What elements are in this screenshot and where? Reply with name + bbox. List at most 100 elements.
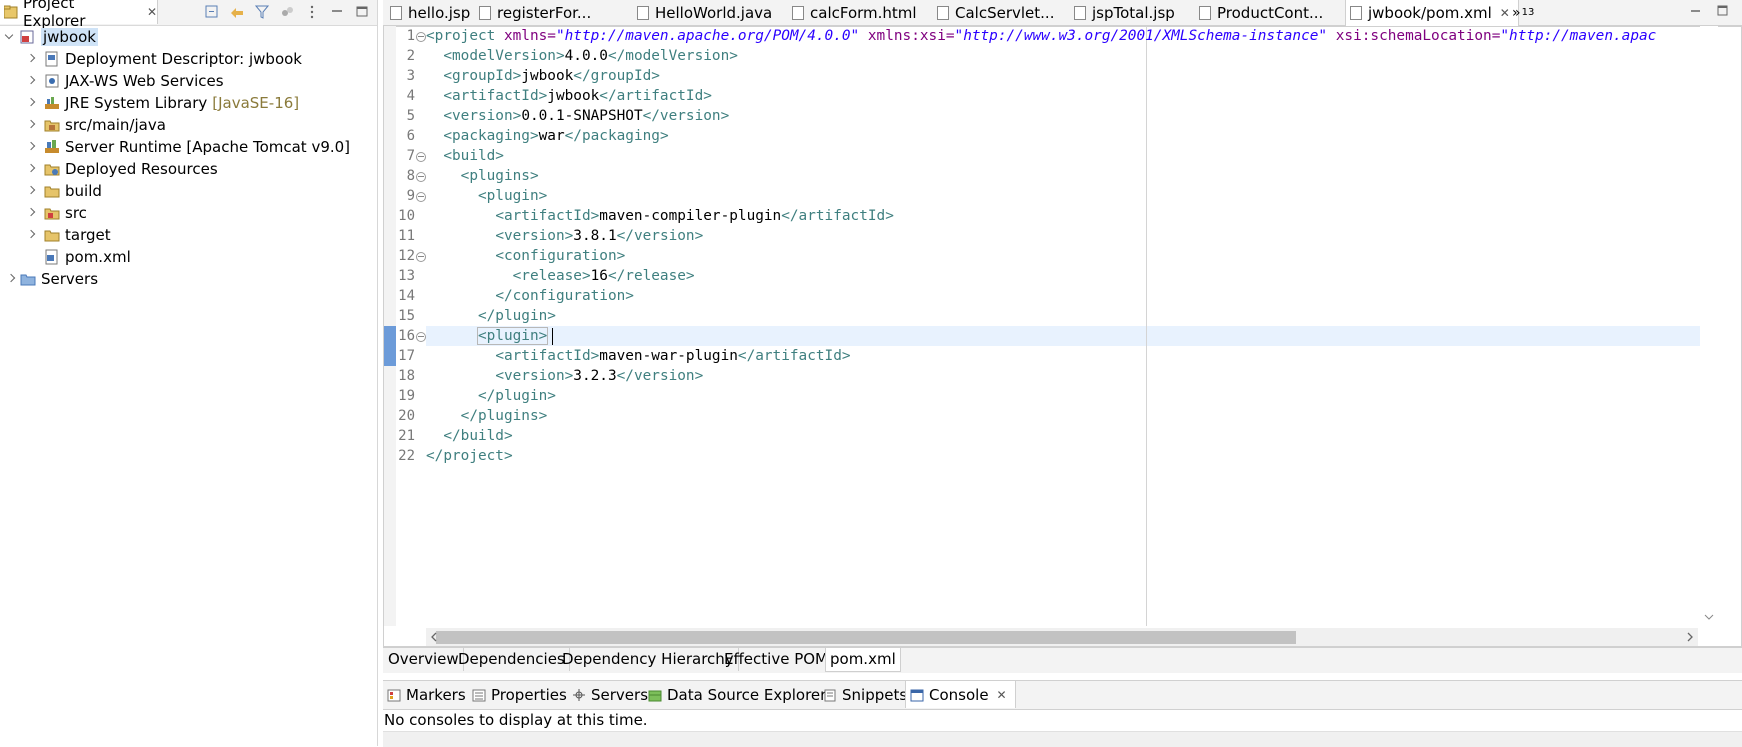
focus-icon[interactable] — [280, 5, 294, 19]
view-menu-icon[interactable] — [305, 5, 319, 19]
tab-helloworld-java[interactable]: HelloWorld.java — [637, 0, 772, 25]
tab-label: calcForm.html — [810, 3, 917, 22]
chevron-right-icon[interactable] — [26, 120, 36, 130]
close-icon[interactable]: ✕ — [997, 688, 1007, 702]
xml-attribute: xmlns= — [495, 28, 556, 44]
line-number: 11 — [398, 228, 415, 244]
minimize-icon[interactable] — [1690, 2, 1701, 13]
code-line-17: <artifactId>maven-war-plugin</artifactId… — [426, 346, 850, 366]
tab-data-source-explorer[interactable]: Data Source Explorer — [648, 681, 826, 708]
chevron-right-icon[interactable] — [26, 164, 36, 174]
chevron-right-icon[interactable] — [26, 142, 36, 152]
tree-item-target[interactable]: target — [26, 224, 111, 246]
tree-item-jre-library[interactable]: JRE System Library [JavaSE-16] — [26, 92, 299, 114]
link-editor-icon[interactable] — [230, 5, 244, 19]
line-number: 10 — [398, 208, 415, 224]
text-caret — [552, 328, 553, 345]
xml-tag: </artifactId> — [781, 208, 894, 224]
maximize-icon[interactable] — [1717, 2, 1728, 16]
xml-tag: </plugin> — [477, 388, 556, 404]
xml-text: maven-compiler-plugin — [599, 208, 782, 224]
chevron-right-icon[interactable] — [26, 230, 36, 240]
scroll-right-icon[interactable] — [1684, 630, 1696, 644]
tab-console[interactable]: Console ✕ — [905, 681, 1016, 708]
chevron-right-icon[interactable] — [26, 186, 36, 196]
minimize-icon[interactable] — [330, 5, 344, 19]
xml-tag: </configuration> — [495, 288, 634, 304]
tab-effective-pom[interactable]: Effective POM — [720, 648, 834, 671]
fold-toggle-icon[interactable] — [416, 32, 426, 42]
vertical-scrollbar[interactable] — [1700, 26, 1718, 626]
fold-toggle-icon[interactable] — [416, 172, 426, 182]
jsp-file-icon — [390, 5, 402, 20]
code-line-13: <release>16</release> — [426, 266, 695, 286]
fold-toggle-icon[interactable] — [416, 192, 426, 202]
chevron-right-icon[interactable] — [26, 54, 36, 64]
tree-item-src-main-java[interactable]: src/main/java — [26, 114, 166, 136]
tab-productcontroller[interactable]: ProductCont... — [1199, 0, 1323, 25]
tree-item-src[interactable]: src — [26, 202, 87, 224]
xml-tag: <plugin> — [476, 327, 549, 345]
fold-toggle-icon[interactable] — [416, 252, 426, 262]
line-number: 16 — [398, 328, 415, 344]
tree-item-build[interactable]: build — [26, 180, 102, 202]
print-margin — [1146, 26, 1147, 626]
tree-item-server-runtime[interactable]: Server Runtime [Apache Tomcat v9.0] — [26, 136, 350, 158]
tab-calcform-html[interactable]: calcForm.html — [792, 0, 917, 25]
tree-item-label: pom.xml — [65, 248, 131, 266]
collapse-all-icon[interactable] — [205, 5, 219, 19]
tree-item-deployment-descriptor[interactable]: Deployment Descriptor: jwbook — [26, 48, 302, 70]
tab-pom-xml[interactable]: pom.xml — [825, 648, 901, 672]
tree-item-servers[interactable]: Servers — [6, 268, 98, 290]
line-number: 13 — [398, 268, 415, 284]
xml-attribute-value: "http://www.w3.org/2001/XMLSchema-instan… — [954, 28, 1328, 44]
scroll-left-icon[interactable] — [428, 630, 440, 644]
code-line-4: <artifactId>jwbook</artifactId> — [426, 86, 712, 106]
tab-registerform[interactable]: registerFor... — [479, 0, 591, 25]
tab-calcservlet[interactable]: CalcServlet... — [937, 0, 1054, 25]
code-line-3: <groupId>jwbook</groupId> — [426, 66, 660, 86]
tab-overview[interactable]: Overview — [384, 648, 464, 671]
maximize-icon[interactable] — [355, 5, 369, 19]
tab-label: Data Source Explorer — [667, 685, 827, 704]
overflow-count: 13 — [1521, 7, 1535, 18]
horizontal-scroll-thumb[interactable] — [436, 631, 1296, 644]
code-line-15: </plugin> — [426, 306, 556, 326]
tab-dependency-hierarchy[interactable]: Dependency Hierarchy — [558, 648, 739, 671]
tab-label: jspTotal.jsp — [1092, 3, 1175, 22]
chevron-right-icon[interactable] — [26, 98, 36, 108]
tree-item-jaxws[interactable]: JAX-WS Web Services — [26, 70, 224, 92]
fold-toggle-icon[interactable] — [416, 332, 426, 342]
chevron-right-icon[interactable] — [26, 76, 36, 86]
tab-hello-jsp[interactable]: hello.jsp — [390, 0, 470, 25]
tab-jsptotal-jsp[interactable]: jspTotal.jsp — [1074, 0, 1175, 25]
tree-item-label: JAX-WS Web Services — [65, 72, 224, 90]
tab-properties[interactable]: Properties — [472, 681, 567, 708]
chevron-right-icon[interactable] — [26, 208, 36, 218]
close-icon[interactable]: ✕ — [147, 5, 157, 19]
xml-text: 4.0.0 — [564, 48, 608, 64]
tab-snippets[interactable]: Snippets — [823, 681, 907, 708]
tab-markers[interactable]: Markers — [387, 681, 466, 708]
project-explorer-tab[interactable]: Project Explorer ✕ — [0, 0, 158, 30]
fold-toggle-icon[interactable] — [416, 152, 426, 162]
chevron-down-icon[interactable] — [4, 32, 14, 42]
tab-overflow-button[interactable]: » 13 — [1512, 0, 1534, 25]
tree-item-deployed-resources[interactable]: Deployed Resources — [26, 158, 218, 180]
html-file-icon — [792, 5, 804, 20]
filter-icon[interactable] — [254, 5, 270, 19]
tab-jwbook-pom-xml[interactable]: jwbook/pom.xml ✕ — [1345, 0, 1519, 26]
tab-dependencies[interactable]: Dependencies — [454, 648, 570, 671]
tab-servers[interactable]: Servers — [572, 681, 648, 708]
tree-item-label: src — [65, 204, 87, 222]
close-icon[interactable]: ✕ — [1500, 6, 1510, 20]
chevron-right-icon[interactable] — [6, 274, 16, 284]
tree-item-pom-xml[interactable]: pom.xml — [36, 246, 131, 268]
web-project-icon — [20, 29, 36, 45]
servers-icon — [572, 688, 586, 701]
tree-item-jwbook[interactable]: jwbook — [4, 26, 98, 48]
